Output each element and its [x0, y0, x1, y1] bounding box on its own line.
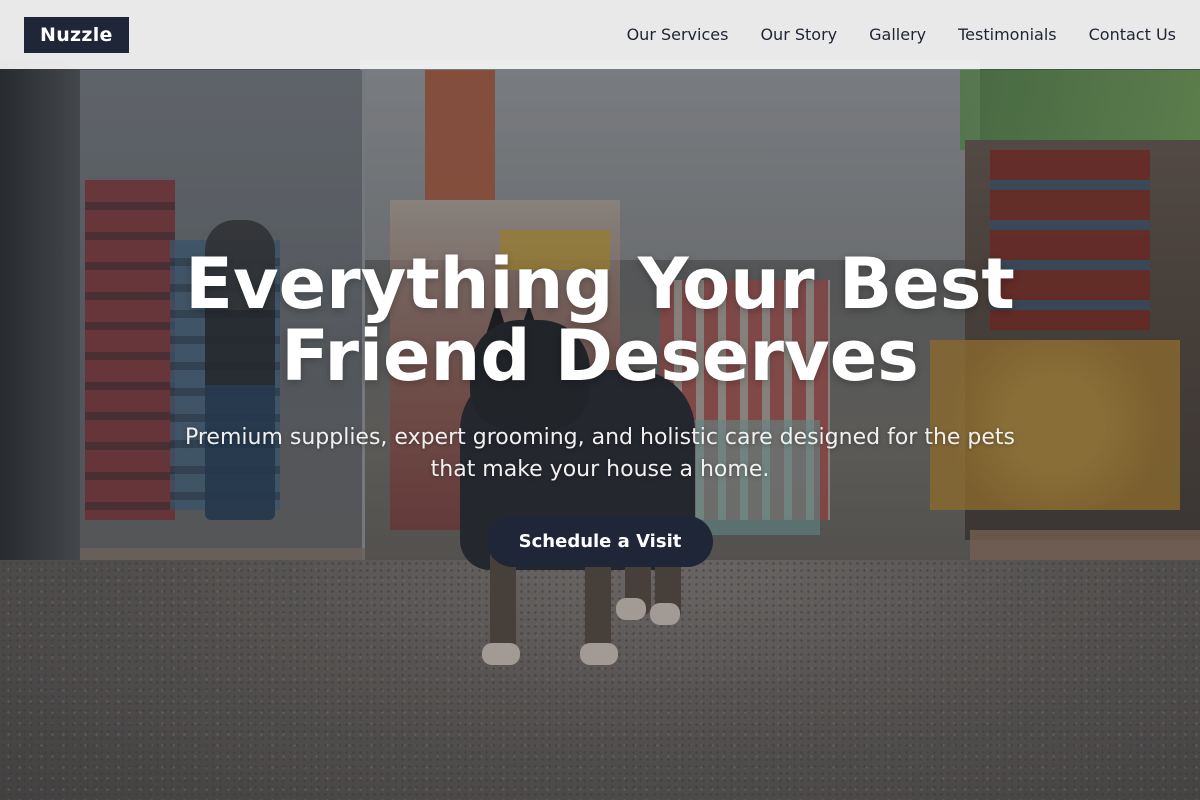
hero-subtitle: Premium supplies, expert grooming, and h… [184, 425, 1016, 482]
nav-link-contact-us[interactable]: Contact Us [1089, 25, 1176, 44]
brand-logo[interactable]: Nuzzle [24, 16, 129, 53]
nav-link-gallery[interactable]: Gallery [869, 25, 926, 44]
nav-link-testimonials[interactable]: Testimonials [958, 25, 1057, 44]
nav-link-our-services[interactable]: Our Services [627, 25, 729, 44]
nav-links: Our Services Our Story Gallery Testimoni… [627, 25, 1176, 44]
hero-title: Everything Your Best Friend Deserves [185, 243, 1015, 397]
hero-content: Everything Your Best Friend Deserves Pre… [0, 248, 1200, 567]
schedule-visit-button[interactable]: Schedule a Visit [486, 516, 714, 567]
nav-link-our-story[interactable]: Our Story [760, 25, 837, 44]
navbar: Nuzzle Our Services Our Story Gallery Te… [0, 0, 1200, 69]
